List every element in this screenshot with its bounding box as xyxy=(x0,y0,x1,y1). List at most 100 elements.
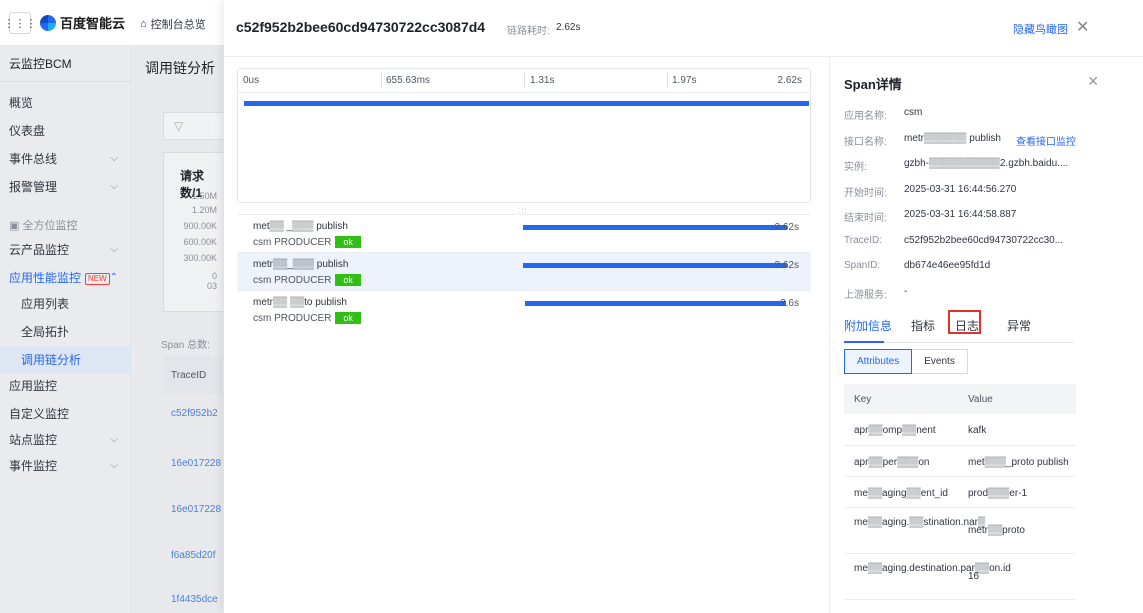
nav-item-label: 仪表盘 xyxy=(9,124,46,138)
field-value: db674e46ee95fd1d xyxy=(904,260,991,271)
nav-item-global-topology[interactable]: 全局拓扑 xyxy=(0,318,132,346)
trace-id-title: c52f952b2bee60cd94730722cc3087d4 xyxy=(236,19,486,35)
timeline-axis: 0us 655.63ms 1.31s 1.97s 2.62s xyxy=(238,69,810,93)
field-key: SpanID: xyxy=(844,260,881,271)
hide-overview-link[interactable]: 隐藏鸟瞰图 xyxy=(1013,21,1068,37)
trace-id-link[interactable]: f6a85d20f xyxy=(171,550,216,561)
overview-timeline: 0us 655.63ms 1.31s 1.97s 2.62s xyxy=(237,68,811,203)
tab-metrics[interactable]: 指标 xyxy=(911,317,935,334)
attribute-key: me▒▒aging.▒▒stination.nar▒ xyxy=(854,517,986,528)
detail-field: 接口名称: metr▒▒▒▒▒▒ publish 查看接口监控 xyxy=(844,133,1134,148)
chevron-down-icon: ⌵ xyxy=(110,181,118,192)
apps-grid-icon[interactable]: ⋮⋮⋮ xyxy=(4,12,37,34)
attribute-key: apr▒▒omp▒▒nent xyxy=(854,425,936,436)
attributes-table-header: Key Value xyxy=(844,384,1076,414)
span-row[interactable]: met▒▒ _▒▒▒ publish csm PRODUCER ok 2.62s xyxy=(237,214,811,252)
span-row[interactable]: metr▒▒_▒▒▒ publish csm PRODUCER ok 2.62s xyxy=(237,252,811,290)
nav-item-trace-analysis[interactable]: 调用链分析 xyxy=(0,346,132,374)
chevron-down-icon: ⌵ xyxy=(110,153,118,164)
field-key: 上游服务: xyxy=(844,289,887,301)
nav-item-event-monitoring[interactable]: 事件监控 ⌵ xyxy=(0,452,132,480)
timeline-tick: 0us xyxy=(243,75,260,86)
trace-detail-drawer: c52f952b2bee60cd94730722cc3087d4 链路耗时: 2… xyxy=(224,0,1143,613)
latency-label: 链路耗时: xyxy=(507,26,550,37)
nav-item-app-list[interactable]: 应用列表 xyxy=(0,290,132,318)
trace-id-link[interactable]: 1f4435dce xyxy=(171,594,218,605)
nav-item-0[interactable]: 概览 xyxy=(0,89,132,117)
nav-item-app-monitoring[interactable]: 应用监控 xyxy=(0,372,132,400)
nav-item-3[interactable]: 报警管理 ⌵ xyxy=(0,173,132,201)
console-home-label: 控制台总览 xyxy=(150,19,206,31)
field-key: 结束时间: xyxy=(844,213,887,224)
nav-item-1[interactable]: 仪表盘 xyxy=(0,117,132,145)
filter-icon[interactable]: ▽ xyxy=(163,112,223,140)
field-key: TraceID: xyxy=(844,234,882,246)
attribute-row: apr▒▒per▒▒▒on met▒▒▒_proto publish xyxy=(844,446,1076,477)
span-duration-bar xyxy=(523,225,787,230)
chevron-down-icon: ⌵ xyxy=(110,460,118,471)
logo-text: 百度智能云 xyxy=(60,16,126,31)
span-kind: PRODUCER xyxy=(274,313,332,324)
view-interface-monitor-link[interactable]: 查看接口监控 xyxy=(1016,133,1076,148)
attribute-key: me▒▒aging.destination.par▒▒on.id xyxy=(854,563,1011,574)
field-value: - xyxy=(904,285,908,297)
span-row[interactable]: metr▒▒ ▒▒to publish csm PRODUCER ok 2.6s xyxy=(237,290,811,328)
nav-item-label: 报警管理 xyxy=(9,180,58,194)
span-duration: 2.62s xyxy=(774,260,799,271)
home-icon: ⌂ xyxy=(140,18,147,30)
span-service: csm PRODUCER ok xyxy=(253,236,361,248)
tick-separator xyxy=(524,73,525,87)
status-badge: ok xyxy=(335,312,361,324)
chevron-down-icon: ⌵ xyxy=(110,434,118,445)
brand-logo[interactable]: 百度智能云 xyxy=(40,13,125,32)
span-name: metr▒▒_▒▒▒ publish xyxy=(253,259,349,270)
drawer-header: c52f952b2bee60cd94730722cc3087d4 链路耗时: 2… xyxy=(224,0,1143,57)
timeline-tick: 1.31s xyxy=(530,75,555,86)
attributes-button[interactable]: Attributes xyxy=(844,349,913,374)
close-icon[interactable]: ✕ xyxy=(1087,73,1099,90)
logs-tab-highlight xyxy=(948,310,981,334)
nav-item-site-monitoring[interactable]: 站点监控 ⌵ xyxy=(0,426,132,454)
overview-span-bar xyxy=(244,101,809,106)
tick-separator xyxy=(381,73,382,87)
attribute-key: apr▒▒per▒▒▒on xyxy=(854,457,930,468)
nav-item-2[interactable]: 事件总线 ⌵ xyxy=(0,145,132,173)
y-axis-tick: 03 xyxy=(206,281,217,291)
y-axis-tick: 1.50M xyxy=(191,191,217,201)
tab-extra-info[interactable]: 附加信息 xyxy=(844,317,892,334)
y-axis-tick: 900.00K xyxy=(183,221,217,231)
console-home-link[interactable]: ⌂ 控制台总览 xyxy=(140,16,206,32)
trace-table-header: TraceID xyxy=(163,356,223,394)
logo-mark-icon xyxy=(40,14,56,31)
events-button[interactable]: Events xyxy=(912,349,968,374)
nav-item-custom-monitoring[interactable]: 自定义监控 xyxy=(0,400,132,428)
detail-field: 开始时间: 2025-03-31 16:44:56.270 xyxy=(844,184,1134,199)
tick-separator xyxy=(667,73,668,87)
field-key: 应用名称: xyxy=(844,111,887,122)
span-service: csm PRODUCER ok xyxy=(253,274,361,286)
detail-field: 实例: gzbh-▒▒▒▒▒▒▒▒▒▒2.gzbh.baidu.... xyxy=(844,158,1134,173)
trace-id-link[interactable]: c52f952b2 xyxy=(171,408,218,419)
detail-field: 应用名称: csm xyxy=(844,107,1134,122)
key-column-header: Key xyxy=(854,394,872,405)
timeline-tick: 2.62s xyxy=(777,75,802,86)
background-page: 调用链分析 ▽ 请求数/1 1.50M 1.20M 900.00K 600.00K 30… xyxy=(133,46,223,613)
span-duration-bar xyxy=(525,301,787,306)
span-service-name: csm xyxy=(253,237,275,248)
timeline-tick: 1.97s xyxy=(672,75,697,86)
span-kind: PRODUCER xyxy=(274,275,332,286)
chevron-up-icon: ⌃ xyxy=(109,272,118,283)
nav-item-apm[interactable]: 应用性能监控 NEW ⌃ xyxy=(0,264,132,292)
tab-exceptions[interactable]: 异常 xyxy=(1007,317,1031,334)
attribute-value: metr▒▒proto xyxy=(968,525,1025,536)
field-value: csm xyxy=(904,107,923,118)
span-service: csm PRODUCER ok xyxy=(253,312,361,324)
status-badge: ok xyxy=(335,236,361,248)
detail-field: 上游服务: - xyxy=(844,285,1134,301)
trace-id-link[interactable]: 16e017228 xyxy=(171,504,221,515)
y-axis-tick: 0 xyxy=(211,271,217,281)
field-key: 开始时间: xyxy=(844,187,887,199)
close-icon[interactable]: ✕ xyxy=(1076,17,1089,37)
nav-item-cloud-products[interactable]: 云产品监控 ⌵ xyxy=(0,236,132,264)
trace-id-link[interactable]: 16e017228 xyxy=(171,458,221,469)
